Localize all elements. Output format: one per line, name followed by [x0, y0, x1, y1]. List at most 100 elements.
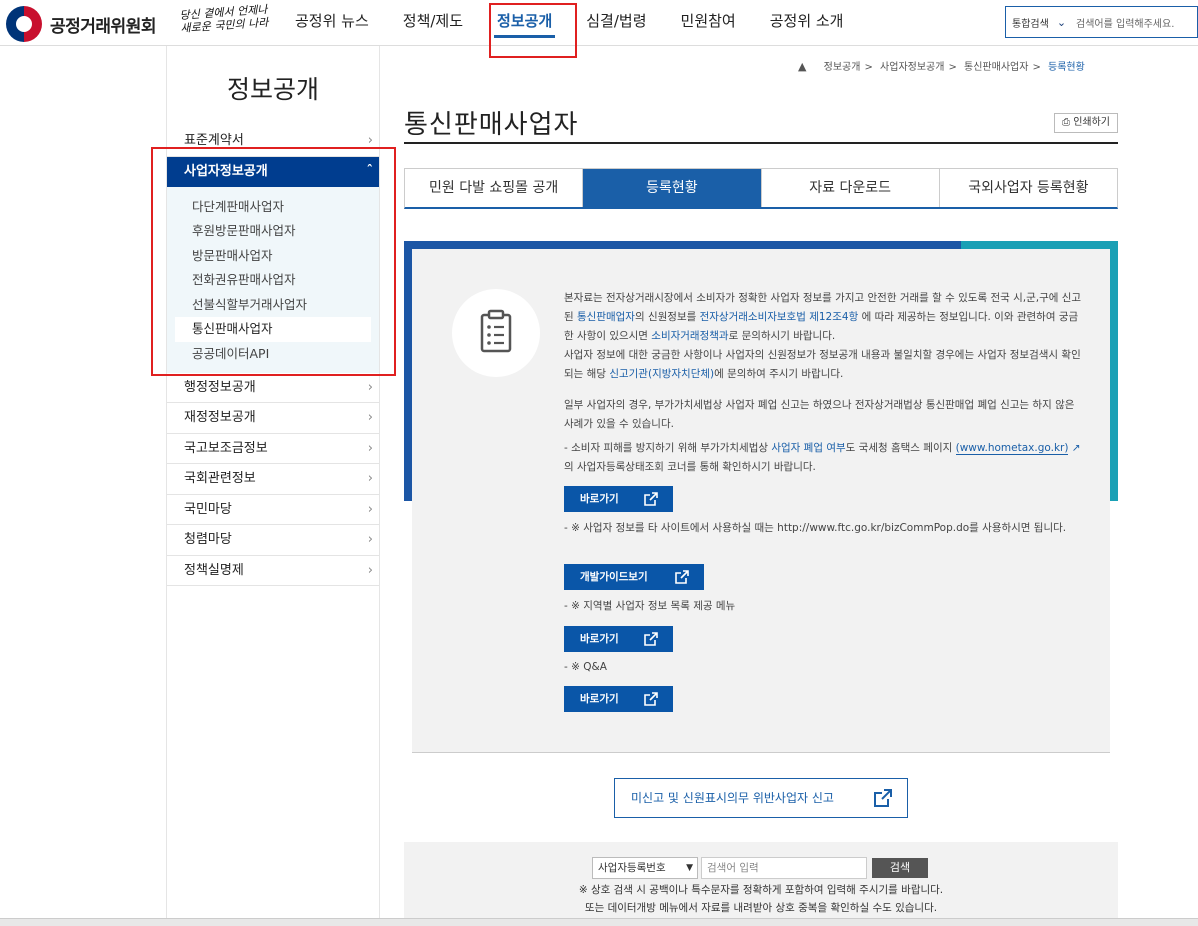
sidebar-item-label: 국고보조금정보: [184, 440, 268, 456]
business-search-input[interactable]: [701, 857, 867, 879]
sidebar-item-label: 국민마당: [184, 501, 232, 517]
chevron-right-icon: ›: [367, 440, 373, 456]
search-note-1: ※ 상호 검색 시 공백이나 특수문자를 정확하게 포함하여 입력해 주시기를 …: [578, 884, 944, 896]
slogan: 당신 곁에서 언제나 새로운 국민의 나라: [179, 3, 269, 35]
sidebar-item-citizen-forum[interactable]: 국민마당 ›: [167, 495, 379, 526]
sidebar-item-finance-info[interactable]: 재정정보공개 ›: [167, 403, 379, 434]
tab-data-download[interactable]: 자료 다운로드: [762, 169, 940, 207]
title-divider: [404, 142, 1118, 144]
search-input[interactable]: 검색어를 입력해주세요.: [1076, 15, 1174, 30]
sidebar-item-label: 사업자정보공개: [184, 163, 268, 179]
nav-ftc-news[interactable]: 공정위 뉴스: [278, 0, 386, 46]
link-reporting-agency[interactable]: 신고기관(지방자치단체): [609, 368, 714, 380]
business-search-area: 사업자등록번호 ▼ 검색 ※ 상호 검색 시 공백이나 특수문자를 정확하게 포…: [404, 842, 1118, 926]
button-label: 바로가기: [580, 693, 619, 705]
submenu-sponsored-door[interactable]: 후원방문판매사업자: [175, 219, 371, 244]
sidebar: 정보공개 표준계약서 › 사업자정보공개 ˆ 다단계판매사업자 후원방문판매사업…: [166, 46, 380, 926]
sidebar-item-policy-realname[interactable]: 정책실명제 ›: [167, 556, 379, 587]
nav-policy[interactable]: 정책/제도: [386, 0, 480, 46]
chevron-down-icon: ⌄: [1056, 15, 1067, 29]
chevron-right-icon: ›: [367, 501, 373, 517]
chevron-down-icon: ▼: [686, 863, 693, 873]
page-title: 통신판매사업자: [404, 110, 579, 140]
chevron-right-icon: ›: [367, 532, 373, 548]
button-label: 개발가이드보기: [580, 571, 648, 583]
submenu-telemarketing[interactable]: 전화권유판매사업자: [175, 268, 371, 293]
search-button[interactable]: 검색: [872, 858, 928, 878]
chevron-right-icon: ›: [367, 410, 373, 426]
header-search: 통합검색 ⌄ 검색어를 입력해주세요.: [1005, 6, 1198, 38]
ftc-logo[interactable]: 공정거래위원회: [6, 6, 156, 42]
chevron-right-icon: ›: [367, 562, 373, 578]
sidebar-item-standard-contract[interactable]: 표준계약서 ›: [167, 126, 379, 157]
button-label: 바로가기: [580, 493, 619, 505]
dev-guide-button[interactable]: 개발가이드보기: [564, 564, 704, 590]
external-link-icon: [644, 692, 658, 706]
regional-go-button[interactable]: 바로가기: [564, 626, 673, 652]
nav-decisions[interactable]: 심결/법령: [569, 0, 663, 46]
tab-registration-status[interactable]: 등록현황: [583, 169, 762, 207]
link-closure-check[interactable]: 사업자 폐업 여부: [771, 442, 845, 454]
sidebar-item-assembly-info[interactable]: 국회관련정보 ›: [167, 464, 379, 495]
info-text: 도 국세청 홈택스 페이지: [845, 442, 956, 454]
sidebar-item-business-info[interactable]: 사업자정보공개 ˆ: [167, 156, 379, 187]
nav-about[interactable]: 공정위 소개: [753, 0, 861, 46]
qna-go-button[interactable]: 바로가기: [564, 686, 673, 712]
breadcrumb-item[interactable]: 통신판매사업자: [964, 62, 1028, 73]
external-link-icon: ↗: [1068, 442, 1081, 454]
nav-info-disclosure[interactable]: 정보공개: [480, 0, 569, 46]
sidebar-item-subsidy-info[interactable]: 국고보조금정보 ›: [167, 434, 379, 465]
external-link-icon: [644, 492, 658, 506]
sidebar-item-label: 청렴마당: [184, 532, 232, 548]
sidebar-item-label: 표준계약서: [184, 133, 244, 148]
info-text: 의 사업자등록상태조회 코너를 통해 확인하시기 바랍니다.: [564, 461, 816, 473]
link-mail-order[interactable]: 통신판매업자: [577, 311, 635, 323]
breadcrumb-item[interactable]: 정보공개: [824, 62, 861, 73]
info-text: 에 문의하여 주시기 바랍니다.: [714, 368, 844, 380]
hometax-go-button[interactable]: 바로가기: [564, 486, 673, 512]
report-violation-button[interactable]: 미신고 및 신원표시의무 위반사업자 신고: [614, 778, 908, 818]
sidebar-submenu: 다단계판매사업자 후원방문판매사업자 방문판매사업자 전화권유판매사업자 선불식…: [167, 186, 379, 373]
button-label: 바로가기: [580, 633, 619, 645]
chevron-up-icon: ˆ: [366, 163, 374, 179]
link-ecommerce-law[interactable]: 전자상거래소비자보호법 제12조4항: [700, 311, 859, 323]
sidebar-item-admin-info[interactable]: 행정정보공개 ›: [167, 373, 379, 404]
content-tabs: 민원 다발 쇼핑몰 공개 등록현황 자료 다운로드 국외사업자 등록현황: [404, 168, 1118, 209]
info-panel: 본자료는 전자상거래시장에서 소비자가 정확한 사업자 정보를 가지고 안전한 …: [412, 249, 1110, 753]
link-hometax[interactable]: (www.hometax.go.kr): [955, 442, 1069, 455]
bullet-regional: - ※ 지역별 사업자 정보 목록 제공 메뉴: [564, 600, 736, 612]
chevron-right-icon: ›: [367, 471, 373, 487]
submenu-mail-order[interactable]: 통신판매사업자: [175, 317, 371, 343]
submenu-prepaid-installment[interactable]: 선불식할부거래사업자: [175, 293, 371, 318]
home-icon[interactable]: ▲: [798, 60, 806, 73]
search-scope-select[interactable]: 통합검색 ⌄: [1006, 15, 1072, 30]
submenu-multilevel[interactable]: 다단계판매사업자: [175, 195, 371, 220]
info-paragraph-2: 일부 사업자의 경우, 부가가치세법상 사업자 폐업 신고는 하였으나 전자상거…: [564, 399, 1075, 430]
site-header: 공정거래위원회 당신 곁에서 언제나 새로운 국민의 나라 공정위 뉴스 정책/…: [0, 0, 1198, 46]
sidebar-item-integrity[interactable]: 청렴마당 ›: [167, 525, 379, 556]
link-consumer-policy-division[interactable]: 소비자거래정책과: [651, 330, 728, 342]
info-text: 로 문의하시기 바랍니다.: [728, 330, 836, 342]
clipboard-icon: [452, 289, 540, 377]
button-label: 미신고 및 신원표시의무 위반사업자 신고: [631, 791, 834, 805]
breadcrumb-item[interactable]: 사업자정보공개: [880, 62, 944, 73]
search-note-2: 또는 데이터개방 메뉴에서 자료를 내려받아 상호 중복을 확인하실 수도 있습…: [584, 902, 938, 914]
print-button[interactable]: ⎙ 인쇄하기: [1054, 113, 1118, 133]
taegeuk-logo-icon: [6, 6, 42, 42]
info-description: 본자료는 전자상거래시장에서 소비자가 정확한 사업자 정보를 가지고 안전한 …: [564, 289, 1084, 434]
search-type-select[interactable]: 사업자등록번호 ▼: [592, 857, 698, 879]
sidebar-item-label: 재정정보공개: [184, 410, 256, 426]
logo-text: 공정거래위원회: [50, 16, 156, 37]
info-text: - 소비자 피해를 방지하기 위해 부가가치세법상: [564, 442, 772, 454]
printer-icon: ⎙: [1062, 117, 1070, 128]
submenu-public-api[interactable]: 공공데이터API: [175, 342, 371, 367]
tab-complaint-malls[interactable]: 민원 다발 쇼핑몰 공개: [405, 169, 584, 207]
info-text: 의 신원정보를: [634, 311, 700, 323]
global-nav: 공정위 뉴스 정책/제도 정보공개 심결/법령 민원참여 공정위 소개: [278, 0, 861, 46]
external-link-icon: [874, 789, 892, 807]
select-value: 사업자등록번호: [598, 862, 666, 874]
bullet-qna: - ※ Q&A: [564, 661, 607, 673]
tab-foreign-business[interactable]: 국외사업자 등록현황: [940, 169, 1117, 207]
submenu-door-to-door[interactable]: 방문판매사업자: [175, 244, 371, 269]
nav-civil[interactable]: 민원참여: [664, 0, 753, 46]
